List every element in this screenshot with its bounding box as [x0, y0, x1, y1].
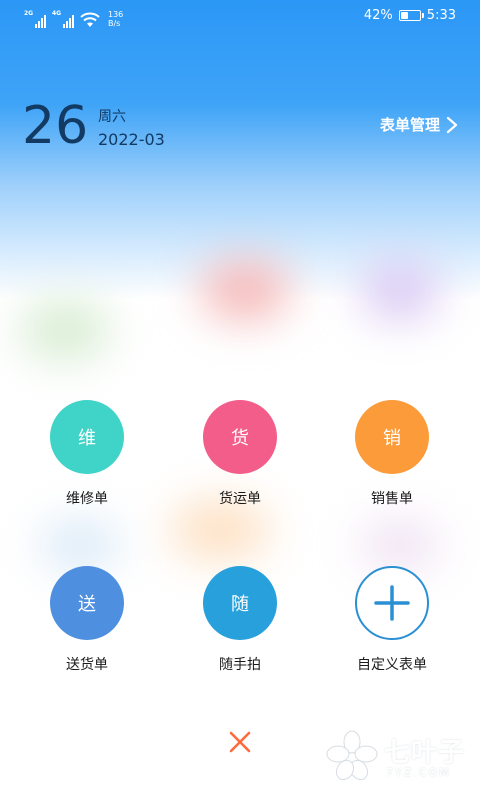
repair-order-icon: 维: [50, 400, 124, 474]
action-repair-order[interactable]: 维 维修单: [17, 400, 157, 508]
watermark-domain: 7YZ.COM: [386, 766, 451, 779]
plus-icon: [355, 566, 429, 640]
battery-icon: [398, 10, 424, 21]
leaf-logo-icon: [326, 730, 378, 781]
freight-order-icon: 货: [203, 400, 277, 474]
watermark-text: 七叶子: [384, 738, 466, 768]
date-weekday: 周六: [98, 109, 126, 125]
action-label: 货运单: [219, 491, 261, 507]
action-delivery-order[interactable]: 送 送货单: [17, 566, 157, 674]
action-label: 自定义表单: [357, 657, 427, 673]
chevron-right-icon: [446, 116, 458, 133]
delivery-order-icon: 送: [50, 566, 124, 640]
quick-snap-icon: 随: [203, 566, 277, 640]
action-label: 销售单: [371, 491, 413, 507]
form-management-label: 表单管理: [379, 116, 440, 134]
battery-percent: 42%: [363, 8, 393, 23]
date-day: 26: [22, 96, 89, 156]
action-sales-order[interactable]: 销 销售单: [322, 400, 462, 508]
action-label: 送货单: [66, 657, 108, 673]
date-year-month: 2022-03: [98, 130, 165, 149]
action-freight-order[interactable]: 货 货运单: [170, 400, 310, 508]
network-speed: 136 B/s: [108, 10, 124, 28]
watermark: 七叶子 7YZ.COM: [326, 726, 476, 786]
action-label: 随手拍: [219, 657, 261, 673]
form-management-link[interactable]: 表单管理: [380, 114, 458, 135]
status-bar: 2G 4G 136 B/s 42% 5:33: [0, 0, 480, 34]
action-custom-form[interactable]: 自定义表单: [322, 566, 462, 674]
signal-sim2-icon: 4G: [52, 10, 74, 28]
action-label: 维修单: [66, 491, 108, 507]
wifi-icon: [80, 12, 100, 27]
signal-sim1-icon: 2G: [24, 10, 46, 28]
sales-order-icon: 销: [355, 400, 429, 474]
clock: 5:33: [426, 8, 456, 23]
action-quick-snap[interactable]: 随 随手拍: [170, 566, 310, 674]
close-icon[interactable]: [226, 728, 254, 756]
